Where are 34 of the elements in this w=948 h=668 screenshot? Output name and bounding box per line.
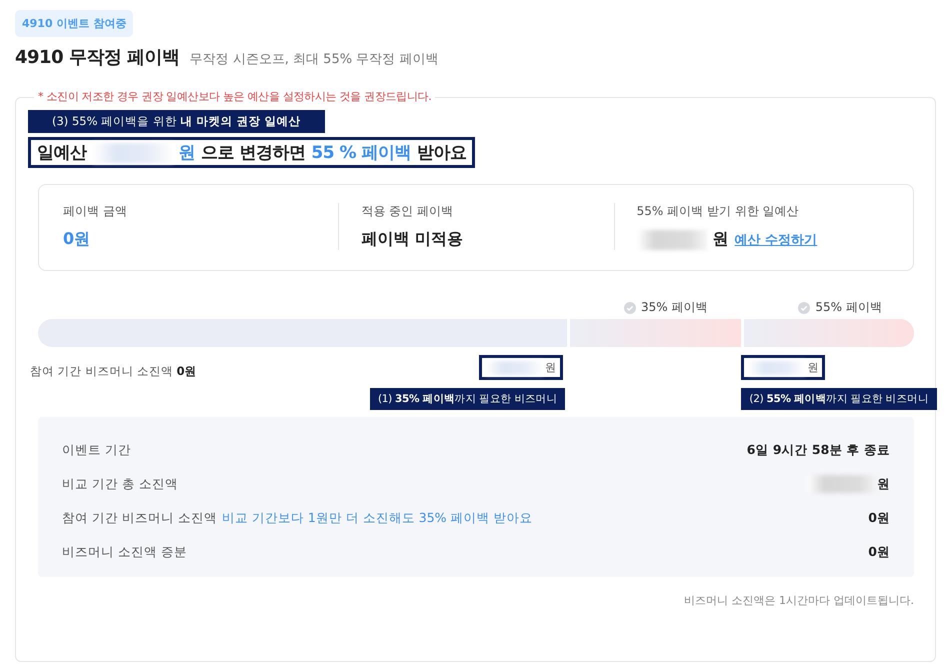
update-note: 비즈머니 소진액은 1시간마다 업데이트됩니다. [683, 593, 914, 608]
detail-value: 0원 [868, 544, 890, 560]
detail-value: 원 [877, 476, 890, 492]
summary-value: 원 [712, 229, 729, 250]
annotation-label: (3) 55% 페이백을 위한 내 마켓의 권장 일예산 [28, 110, 324, 133]
detail-label: 이벤트 기간 [62, 442, 131, 458]
detail-label: 참여 기간 비즈머니 소진액 [62, 510, 217, 526]
annotation-label: (1) 35% 페이백까지 필요한 비즈머니 [370, 388, 566, 410]
warning-notice: * 소진이 저조한 경우 권장 일예산보다 높은 예산을 설정하시는 것을 권장드립니다. [34, 89, 436, 104]
headline-text: 받아요 [416, 142, 466, 164]
detail-label: 비교 기간 총 소진액 [62, 476, 178, 492]
spent-amount: 참여 기간 비즈머니 소진액 0원 [30, 364, 197, 379]
summary-label: 페이백 금액 [63, 203, 128, 220]
summary-value: 0원 [63, 229, 90, 250]
detail-note: 비교 기간보다 1원만 더 소진해도 35% 페이백 받아요 [222, 510, 532, 526]
detail-value: 0원 [868, 510, 890, 526]
summary-label: 55% 페이백 받기 위한 일예산 [636, 203, 800, 220]
event-badge: 4910 이벤트 참여중 [15, 10, 134, 37]
threshold-unit: 원 [807, 360, 818, 375]
page-subtitle: 무작정 시즌오프, 최대 55% 무작정 페이백 [190, 51, 438, 68]
annotation-label: (2) 55% 페이백까지 필요한 비즈머니 [741, 388, 937, 410]
headline-text: 일예산 [37, 142, 86, 164]
detail-value: 6일 9시간 58분 후 종료 [746, 442, 890, 458]
milestone-label: 35% 페이백 [624, 299, 708, 316]
headline-text: 으로 변경하면 [201, 142, 306, 164]
headline-text: 원 [178, 142, 195, 164]
milestone-label: 55% 페이백 [798, 299, 882, 316]
summary-label: 적용 중인 페이백 [361, 203, 454, 220]
page-title: 4910 무작정 페이백 [15, 46, 180, 69]
threshold-unit: 원 [545, 360, 556, 375]
edit-budget-link[interactable]: 예산 수정하기 [734, 230, 818, 248]
headline-text: 55 % 페이백 [311, 142, 411, 164]
summary-value: 페이백 미적용 [361, 229, 463, 250]
detail-label: 비즈머니 소진액 증분 [62, 544, 187, 560]
